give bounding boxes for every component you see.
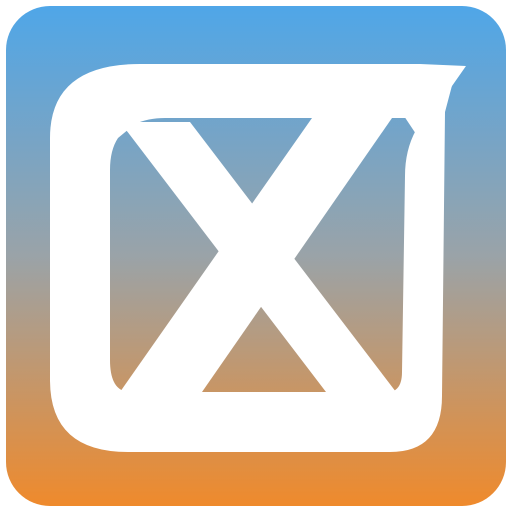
app-icon[interactable] — [0, 0, 512, 512]
x-box-logo-icon — [6, 6, 506, 506]
